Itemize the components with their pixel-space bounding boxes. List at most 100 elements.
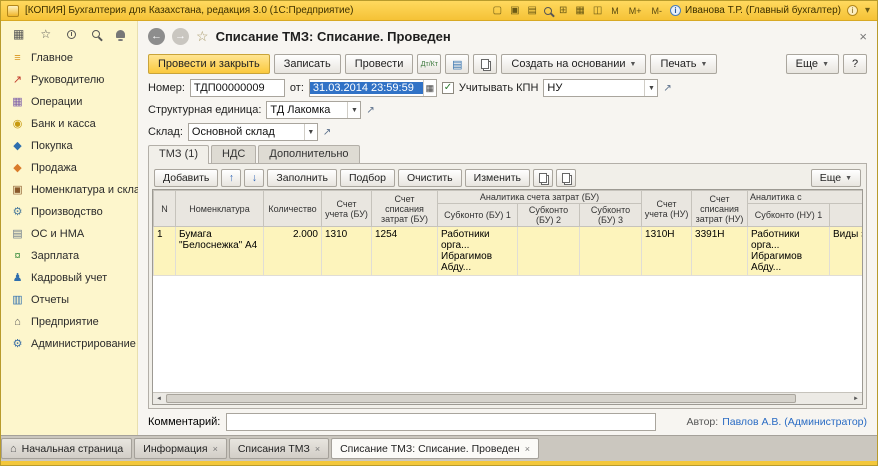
new-document-icon[interactable]: ▢	[492, 6, 503, 16]
grid-more-button[interactable]: Еще▼	[811, 169, 861, 187]
calendar-icon[interactable]: ▦	[423, 80, 436, 96]
calendar-icon[interactable]: ▦	[574, 6, 585, 16]
post-and-close-button[interactable]: Провести и закрыть	[148, 54, 270, 74]
sidebar-search-icon[interactable]	[92, 30, 100, 38]
warehouse-input[interactable]: Основной склад ▼	[188, 123, 318, 141]
cell-quantity[interactable]: 2.000	[264, 227, 322, 276]
document-list-button[interactable]: ▤	[445, 54, 469, 74]
comment-input[interactable]	[226, 413, 656, 431]
sidebar-item-rukovoditelyu[interactable]: ↗Руководителю	[1, 69, 137, 91]
related-documents-button[interactable]	[473, 54, 497, 74]
memory-m-minus-button[interactable]: M-	[650, 6, 665, 16]
sidebar-item-operatsii[interactable]: ▦Операции	[1, 91, 137, 113]
notifications-bell-icon[interactable]	[116, 30, 125, 38]
sidebar-item-administrirovanie[interactable]: ⚙Администрирование	[1, 333, 137, 355]
history-icon[interactable]	[67, 30, 76, 39]
sidebar-item-pokupka[interactable]: ◆Покупка	[1, 135, 137, 157]
cell-extra[interactable]: Виды з	[830, 227, 862, 276]
horizontal-scrollbar[interactable]: ◄ ►	[153, 392, 862, 404]
cell-writeoff-nu[interactable]: 3391Н	[692, 227, 748, 276]
open-icon[interactable]: ↗	[323, 127, 331, 138]
close-tab-icon[interactable]: ×	[213, 444, 218, 454]
date-input[interactable]: 31.03.2014 23:59:59 ▦	[309, 79, 437, 97]
add-row-button[interactable]: Добавить	[154, 169, 218, 187]
dtkt-postings-button[interactable]: Дт/Кт	[417, 54, 441, 74]
chevron-down-icon[interactable]: ▼	[644, 80, 657, 96]
favorite-star-icon[interactable]: ☆	[196, 28, 209, 45]
copy-button[interactable]	[533, 169, 553, 187]
cell-sub-nu1[interactable]: Работники орга... Ибрагимов Абду...	[748, 227, 830, 276]
close-tab-icon[interactable]: ×	[525, 444, 530, 454]
close-tab-icon[interactable]: ×	[315, 444, 320, 454]
unit-input[interactable]: ТД Лакомка ▼	[266, 101, 361, 119]
edit-button[interactable]: Изменить	[465, 169, 530, 187]
kpn-checkbox[interactable]: ✓	[442, 82, 454, 94]
post-button[interactable]: Провести	[345, 54, 414, 74]
cell-sub-bu3[interactable]	[580, 227, 642, 276]
clear-button[interactable]: Очистить	[398, 169, 462, 187]
cell-writeoff-bu[interactable]: 1254	[372, 227, 438, 276]
sidebar-item-os-i-nma[interactable]: ▤ОС и НМА	[1, 223, 137, 245]
tab-dopolnitelno[interactable]: Дополнительно	[258, 145, 359, 163]
sidebar-item-glavnoe[interactable]: ≡Главное	[1, 47, 137, 69]
open-document-icon[interactable]: ▣	[509, 6, 520, 16]
file-icon[interactable]: ▤	[527, 6, 538, 16]
taskbar-tab-spisaniya-tmz[interactable]: Списания ТМЗ ×	[229, 438, 329, 459]
cell-sub-bu2[interactable]	[518, 227, 580, 276]
cell-account-nu[interactable]: 1310Н	[642, 227, 692, 276]
taskbar-tab-home[interactable]: ⌂ Начальная страница	[1, 438, 132, 459]
info-icon[interactable]: i	[847, 5, 858, 16]
cell-sub-bu1[interactable]: Работники орга... Ибрагимов Абду...	[438, 227, 518, 276]
open-icon[interactable]: ↗	[663, 83, 671, 94]
cell-account-bu[interactable]: 1310	[322, 227, 372, 276]
tab-nds[interactable]: НДС	[211, 145, 256, 163]
cell-nomenclature[interactable]: Бумага "Белоснежка" А4	[176, 227, 264, 276]
calculator-icon[interactable]: ⊞	[558, 6, 568, 16]
scrollbar-thumb[interactable]	[166, 394, 796, 403]
chevron-down-icon[interactable]: ▼	[347, 102, 360, 118]
cell-n[interactable]: 1	[154, 227, 176, 276]
number-input[interactable]	[190, 79, 285, 97]
scrollbar-track[interactable]	[165, 393, 850, 405]
back-button[interactable]: ←	[148, 28, 165, 45]
sidebar-item-bank-i-kassa[interactable]: ◉Банк и касса	[1, 113, 137, 135]
print-button[interactable]: Печать▼	[650, 54, 717, 74]
sidebar-item-nomenklatura-i-sklad[interactable]: ▣Номенклатура и склад	[1, 179, 137, 201]
write-button[interactable]: Записать	[274, 54, 341, 74]
sidebar-item-zarplata[interactable]: ¤Зарплата	[1, 245, 137, 267]
move-up-button[interactable]: ↑	[221, 169, 241, 187]
tab-tmz[interactable]: ТМЗ (1)	[148, 145, 209, 164]
service-menu-icon[interactable]: ▾	[864, 6, 871, 16]
help-button[interactable]: ?	[843, 54, 867, 74]
fill-button[interactable]: Заполнить	[267, 169, 337, 187]
sidebar-item-otchety[interactable]: ▥Отчеты	[1, 289, 137, 311]
kpn-checkbox-label[interactable]: Учитывать КПН	[459, 82, 539, 94]
memory-m-plus-button[interactable]: M+	[627, 6, 644, 16]
pick-button[interactable]: Подбор	[340, 169, 395, 187]
scroll-right-icon[interactable]: ►	[850, 393, 862, 405]
create-based-on-label: Создать на основании	[511, 58, 625, 70]
favorites-star-icon[interactable]: ☆	[40, 28, 51, 40]
author-link[interactable]: Павлов А.В. (Администратор)	[722, 416, 867, 428]
kpn-combo[interactable]: НУ ▼	[543, 79, 658, 97]
sidebar-item-prodazha[interactable]: ◆Продажа	[1, 157, 137, 179]
current-user[interactable]: i Иванова Т.Р. (Главный бухгалтер)	[670, 5, 841, 16]
chevron-down-icon[interactable]: ▼	[304, 124, 317, 140]
sidebar-item-kadrovyy-uchet[interactable]: ♟Кадровый учет	[1, 267, 137, 289]
search-icon[interactable]	[544, 7, 552, 15]
move-down-button[interactable]: ↓	[244, 169, 264, 187]
close-form-icon[interactable]: ×	[859, 29, 867, 44]
show-panel-icon[interactable]: ◫	[592, 6, 603, 16]
open-icon[interactable]: ↗	[366, 105, 374, 116]
sidebar-item-predpriyatie[interactable]: ⌂Предприятие	[1, 311, 137, 333]
sidebar-item-proizvodstvo[interactable]: ⚙Производство	[1, 201, 137, 223]
create-based-on-button[interactable]: Создать на основании▼	[501, 54, 646, 74]
more-button[interactable]: Еще▼	[786, 54, 839, 74]
taskbar-tab-spisanie-tmz-active[interactable]: Списание ТМЗ: Списание. Проведен ×	[331, 438, 539, 459]
memory-m-button[interactable]: M	[609, 6, 621, 16]
sections-menu-icon[interactable]: ▦	[13, 28, 24, 40]
taskbar-tab-informatsiya[interactable]: Информация ×	[134, 438, 227, 459]
duplicate-button[interactable]	[556, 169, 576, 187]
scroll-left-icon[interactable]: ◄	[153, 393, 165, 405]
forward-button[interactable]: →	[172, 28, 189, 45]
